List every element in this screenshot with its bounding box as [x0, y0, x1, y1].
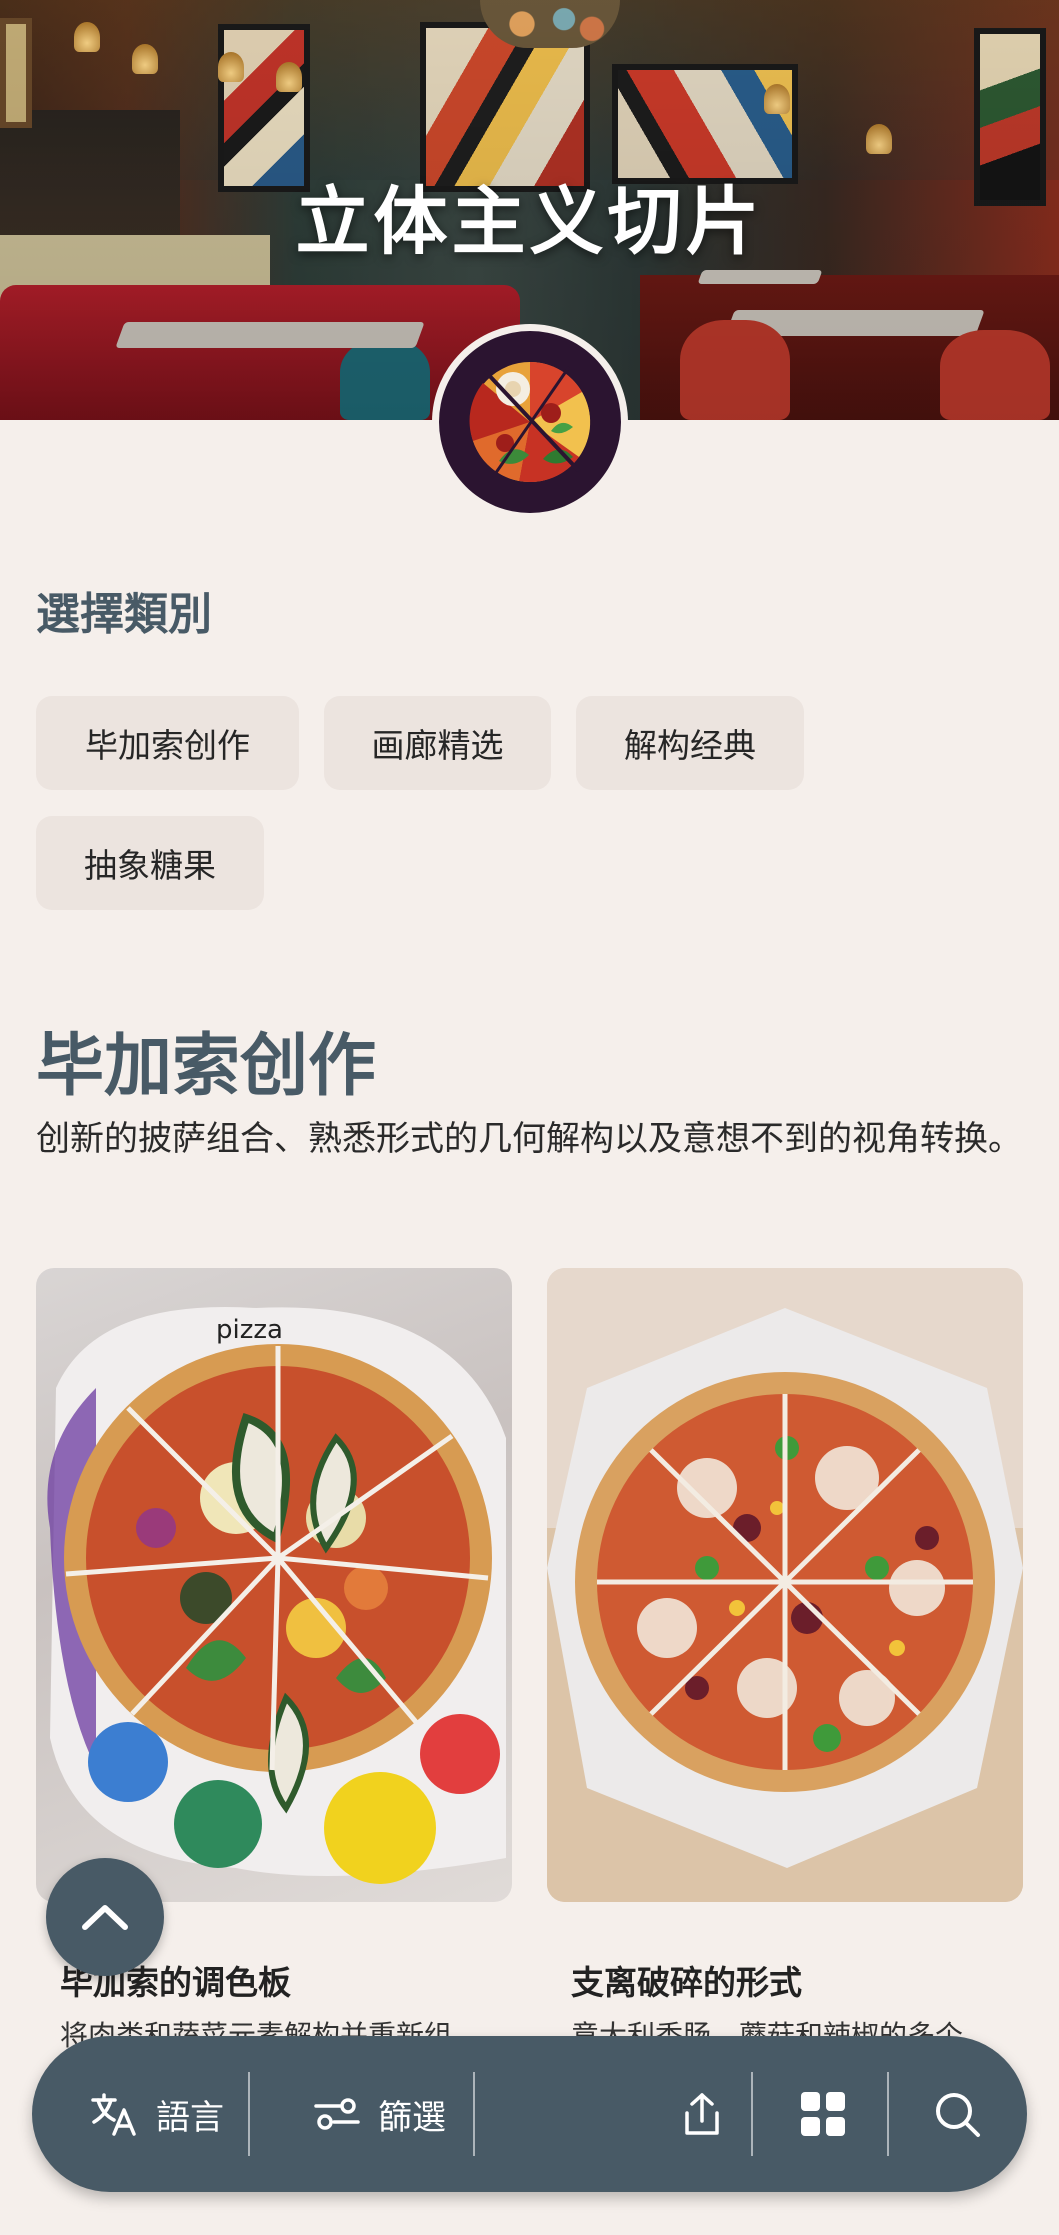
pizza-palette-image: pizza — [47, 1307, 506, 1884]
category-chip-abstract-candy[interactable]: 抽象糖果 — [36, 816, 264, 910]
toolbar-divider — [751, 2072, 753, 2156]
grid-view-button[interactable] — [760, 2036, 886, 2192]
category-chip-gallery[interactable]: 画廊精选 — [324, 696, 551, 790]
fractured-pizza-image — [547, 1268, 1023, 1902]
chevron-up-icon — [82, 1905, 128, 1930]
share-icon — [685, 2093, 719, 2135]
grid-icon — [801, 2092, 845, 2136]
pizza-logo-icon — [469, 362, 591, 483]
logo-image — [439, 331, 621, 513]
category-heading: 選擇類別 — [36, 589, 212, 640]
search-icon — [936, 2093, 980, 2137]
language-label: 語言 — [156, 2097, 224, 2138]
filter-label: 篩選 — [378, 2097, 446, 2138]
page-title: 立体主义切片 — [295, 179, 764, 265]
menu-card-image[interactable] — [547, 1268, 1023, 1902]
section-description: 创新的披萨组合、熟悉形式的几何解构以及意想不到的视角转换。 — [36, 1119, 1022, 1159]
menu-card-title: 支离破碎的形式 — [571, 1963, 802, 2002]
menu-card-image[interactable]: pizza — [36, 1268, 512, 1902]
category-chip-deconstructed[interactable]: 解构经典 — [576, 696, 804, 790]
language-button[interactable]: 語言 — [72, 2036, 242, 2192]
bottom-toolbar: 語言 篩選 — [32, 2036, 1027, 2192]
category-chip-picasso[interactable]: 毕加索创作 — [36, 696, 299, 790]
toolbar-divider — [473, 2072, 475, 2156]
share-button[interactable] — [642, 2036, 762, 2192]
search-button[interactable] — [894, 2036, 1020, 2192]
menu-card[interactable]: 支离破碎的形式 意大利香肠、蘑菇和辣椒的多个 — [547, 1268, 1023, 2054]
plate-text: pizza — [216, 1315, 283, 1345]
restaurant-logo — [432, 324, 628, 520]
section-title: 毕加索创作 — [36, 1027, 377, 1106]
toolbar-divider — [887, 2072, 889, 2156]
scroll-to-top-button[interactable] — [46, 1858, 164, 1976]
translate-icon — [91, 2093, 136, 2136]
filter-button[interactable]: 篩選 — [290, 2036, 470, 2192]
filter-icon — [314, 2098, 360, 2130]
toolbar-divider — [248, 2072, 250, 2156]
